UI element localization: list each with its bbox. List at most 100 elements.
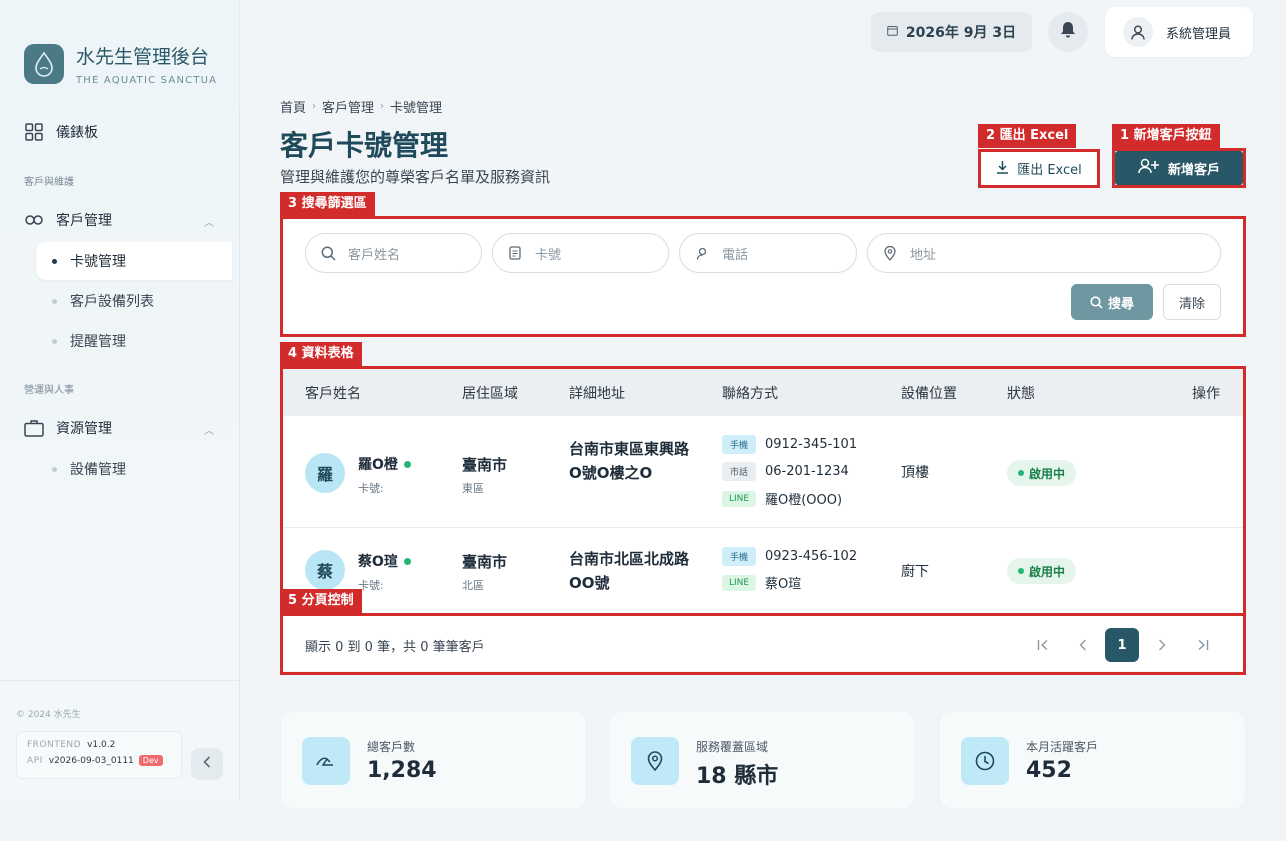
annotation-label-export: 2 匯出 Excel [978,124,1077,148]
clock-icon [961,737,1009,785]
user-icon [1123,17,1153,47]
online-dot-icon [403,557,411,565]
sidebar-item-label: 客戶設備列表 [70,294,154,310]
card-number: 卡號: [358,579,384,592]
sidebar-item-label: 設備管理 [70,462,126,478]
column-header-actions: 操作 [1192,386,1220,402]
column-header-name: 客戶姓名 [305,386,361,402]
date-display[interactable]: 2026年 9月 3日 [871,12,1032,52]
brand-subtitle: THE AQUATIC SANCTUARY [76,75,216,86]
divider [0,680,240,681]
chevron-right-icon: › [312,101,317,112]
sidebar-subitem-card-management[interactable]: 卡號管理 [36,242,232,280]
sidebar-subitem-customer-devices[interactable]: 客戶設備列表 [36,282,232,320]
dot-icon [52,298,57,304]
status-text: 啟用中 [1029,564,1066,579]
customer-name-text: 蔡O瑄 [358,554,398,570]
chevron-up-icon[interactable]: ︿ [204,422,214,437]
page-subtitle: 管理與維護您的尊榮客戶名單及服務資訊 [280,168,551,186]
district: 北區 [462,579,484,592]
frontend-version: v1.0.2 [87,740,116,750]
stat-label: 服務覆蓋區域 [696,740,769,754]
avatar: 蔡 [305,550,345,590]
status-dot-icon [1018,568,1024,574]
stat-card-service-area: 服務覆蓋區域 18 縣市 [609,711,916,809]
breadcrumb-customers[interactable]: 客戶管理 [322,97,374,116]
map-pin-icon [631,737,679,785]
sidebar: 水先生管理後台 THE AQUATIC SANCTUARY 儀錶板 客戶與維護 … [0,0,240,800]
brand[interactable]: 水先生管理後台 THE AQUATIC SANCTUARY [24,42,216,86]
user-plus-icon [1138,158,1160,178]
dot-icon [52,338,57,344]
collapse-sidebar-button[interactable] [191,748,223,780]
phone-placeholder: 電話 [722,247,749,263]
table-row[interactable]: 羅 羅O橙 卡號: 臺南市 東區 台南市東區東興路O號O樓之O 手機 0912-… [283,416,1243,527]
notification-button[interactable] [1048,12,1088,52]
customer-name-text: 羅O橙 [358,457,398,473]
document-icon [507,246,523,260]
annotation-box-pagination [280,613,1246,675]
grid-icon [24,122,44,142]
address: 台南市東區東興路O號O樓之O [569,440,690,482]
sidebar-item-label: 儀錶板 [56,125,98,141]
column-header-location: 設備位置 [901,386,957,402]
add-customer-button[interactable]: 新增客戶 [1115,151,1243,185]
chevron-up-icon[interactable]: ︿ [204,214,214,229]
date-text: 2026年 9月 3日 [905,25,1017,41]
chevron-left-icon [203,756,211,772]
card-number-placeholder: 卡號 [535,247,562,263]
contact-line: LINE 蔡O瑄 [722,573,801,592]
column-header-address: 詳細地址 [569,386,625,402]
export-excel-button[interactable]: 匯出 Excel [981,152,1097,185]
contact-value: 06-201-1234 [765,464,849,479]
stat-value: 1,284 [367,758,437,783]
contact-type-tag: 手機 [722,435,756,454]
card-number-input[interactable]: 卡號 [492,233,669,273]
contact-value: 0912-345-101 [765,437,858,452]
briefcase-icon [24,418,44,438]
person-icon [694,247,710,260]
frontend-key: FRONTEND [27,740,82,750]
contact-type-tag: 手機 [722,547,756,566]
search-label: 搜尋 [1107,296,1134,312]
card-number: 卡號: [358,482,384,495]
contact-value: 蔡O瑄 [765,577,802,592]
status-badge: 啟用中 [1007,558,1077,584]
export-label: 匯出 Excel [1017,163,1082,178]
bell-icon [1060,21,1076,43]
link-icon [24,210,44,230]
breadcrumb-home[interactable]: 首頁 [280,97,306,116]
customer-name-input[interactable]: 客戶姓名 [305,233,482,273]
address: 台南市北區北成路OO號 [569,550,690,592]
sidebar-item-customer-management[interactable]: 客戶管理 [24,210,112,230]
address-input[interactable]: 地址 [867,233,1221,273]
page-title: 客戶卡號管理 [280,129,449,162]
user-menu[interactable]: 系統管理員 [1105,7,1253,57]
version-info: FRONTEND v1.0.2 API v2026-09-03_0111 Dev [16,731,182,779]
api-key: API [27,755,43,766]
sidebar-item-label: 卡號管理 [70,254,126,270]
stat-card-active-customers: 本月活躍客戶 452 [939,711,1246,809]
contact-mobile: 手機 0923-456-102 [722,547,857,566]
city: 臺南市 [462,456,508,474]
district: 東區 [462,482,484,495]
status-text: 啟用中 [1029,466,1066,481]
api-version: v2026-09-03_0111 [48,755,134,766]
column-header-area: 居住區域 [462,386,518,402]
phone-input[interactable]: 電話 [679,233,857,273]
logo-icon [24,44,64,84]
device-location: 頂樓 [901,465,929,481]
customer-name: 蔡O瑄 [358,551,411,571]
stat-value: 18 縣市 [696,764,779,789]
clear-button[interactable]: 清除 [1163,284,1221,320]
sidebar-item-label: 資源管理 [56,421,112,437]
column-header-contact: 聯絡方式 [722,386,778,402]
city: 臺南市 [462,553,508,571]
search-button[interactable]: 搜尋 [1071,284,1153,320]
dot-icon [52,466,57,472]
sidebar-item-dashboard[interactable]: 儀錶板 [24,122,98,142]
sidebar-subitem-reminders[interactable]: 提醒管理 [36,322,232,360]
sidebar-subitem-equipment[interactable]: 設備管理 [36,450,232,488]
breadcrumb: 首頁 › 客戶管理 › 卡號管理 [280,97,442,116]
sidebar-item-resource-management[interactable]: 資源管理 [24,418,112,438]
